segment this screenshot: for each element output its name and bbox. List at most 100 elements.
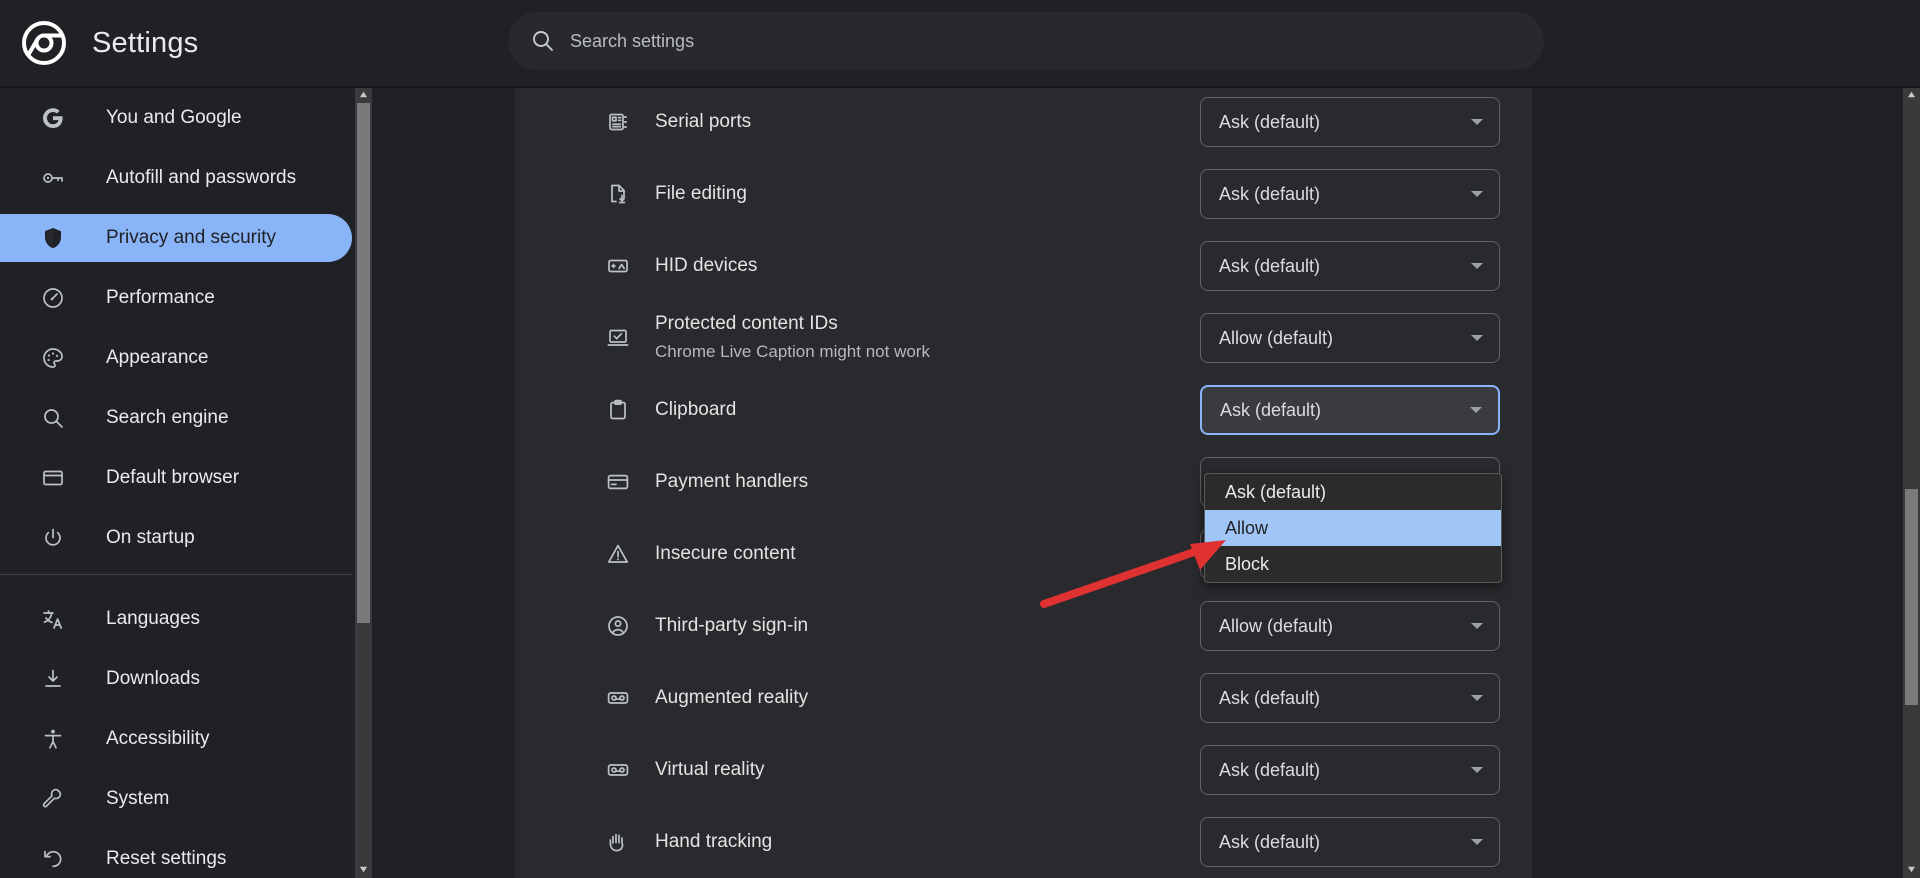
palette-icon — [40, 345, 66, 371]
permission-select-value: Ask (default) — [1219, 111, 1321, 132]
clipboard-dropdown-menu[interactable]: Ask (default) Allow Block — [1204, 473, 1502, 583]
sidebar-item-system[interactable]: System — [0, 775, 352, 823]
sidebar-item-reset-settings[interactable]: Reset settings — [0, 835, 352, 878]
sidebar-item-label: Autofill and passwords — [106, 167, 297, 188]
main-scroll-thumb[interactable] — [1905, 489, 1918, 705]
chevron-down-icon — [1471, 623, 1483, 629]
sidebar-divider — [0, 574, 352, 575]
sidebar-item-languages[interactable]: Languages — [0, 595, 352, 643]
permission-select-value: Ask (default) — [1219, 759, 1321, 780]
chevron-down-icon — [1471, 119, 1483, 125]
permission-select-value: Allow (default) — [1219, 327, 1334, 348]
permission-select-serial-ports[interactable]: Ask (default) — [1200, 97, 1500, 147]
person-circle-icon — [605, 613, 631, 639]
speedometer-icon — [40, 285, 66, 311]
permission-row-serial-ports: Serial ports Ask (default) — [515, 86, 1532, 158]
translate-icon — [40, 606, 66, 632]
page-title: Settings — [92, 26, 199, 59]
sidebar-item-label: You and Google — [106, 107, 242, 128]
hand-tracking-icon — [605, 829, 631, 855]
main-scroll-up-arrow[interactable] — [1903, 86, 1920, 103]
permission-row-sublabel: Chrome Live Caption might not work — [655, 342, 930, 361]
permission-select-value: Ask (default) — [1219, 183, 1321, 204]
permission-row-text: HID devices — [655, 253, 1200, 279]
permission-select-hid-devices[interactable]: Ask (default) — [1200, 241, 1500, 291]
header-divider — [0, 86, 1920, 88]
power-icon — [40, 525, 66, 551]
sidebar-item-accessibility[interactable]: Accessibility — [0, 715, 352, 763]
search-settings-box[interactable] — [508, 12, 1544, 70]
sidebar-item-search-engine[interactable]: Search engine — [0, 394, 352, 442]
chevron-down-icon — [1471, 767, 1483, 773]
sidebar-item-label: Search engine — [106, 407, 229, 428]
permission-row-label: Serial ports — [655, 111, 752, 132]
sidebar-item-performance[interactable]: Performance — [0, 274, 352, 322]
permission-row-file-editing: File editing Ask (default) — [515, 158, 1532, 230]
chevron-down-icon — [1471, 695, 1483, 701]
permission-select-value: Ask (default) — [1219, 687, 1321, 708]
sidebar-item-label: Reset settings — [106, 848, 227, 869]
permission-row-label: File editing — [655, 183, 747, 204]
permission-row-label: Clipboard — [655, 399, 737, 420]
sidebar-item-label: Default browser — [106, 467, 240, 488]
permission-row-text: Augmented reality — [655, 685, 1200, 711]
google-g-icon — [40, 105, 66, 131]
permission-row-hid-devices: HID devices Ask (default) — [515, 230, 1532, 302]
sidebar-scroll-up-arrow[interactable] — [355, 86, 372, 103]
settings-content-area: Serial ports Ask (default) File editing Ask… — [352, 86, 1903, 878]
sidebar-item-default-browser[interactable]: Default browser — [0, 454, 352, 502]
permission-row-text: Protected content IDs Chrome Live Caption… — [655, 311, 1200, 365]
sidebar-item-privacy-and-security[interactable]: Privacy and security — [0, 214, 352, 262]
permission-row-text: Hand tracking — [655, 829, 1200, 855]
sidebar-scrollbar[interactable] — [355, 86, 372, 878]
permission-row-label: Protected content IDs — [655, 313, 838, 334]
dropdown-option-allow[interactable]: Allow — [1205, 510, 1501, 546]
sidebar-item-label: On startup — [106, 527, 195, 548]
search-input[interactable] — [570, 12, 1544, 70]
chevron-down-icon — [1471, 191, 1483, 197]
permission-select-file-editing[interactable]: Ask (default) — [1200, 169, 1500, 219]
permission-row-text: Clipboard — [655, 397, 1200, 423]
sidebar-scroll-thumb[interactable] — [357, 103, 370, 623]
permission-row-label: Virtual reality — [655, 759, 765, 780]
permission-select-third-party-sign-in[interactable]: Allow (default) — [1200, 601, 1500, 651]
permission-select-clipboard[interactable]: Ask (default) — [1200, 385, 1500, 435]
settings-sidebar: You and Google Autofill and passwords Priv… — [0, 86, 352, 878]
ar-goggles-icon — [605, 685, 631, 711]
search-icon — [532, 30, 554, 52]
sidebar-item-autofill-and-passwords[interactable]: Autofill and passwords — [0, 154, 352, 202]
permission-select-value: Ask (default) — [1219, 255, 1321, 276]
sidebar-item-downloads[interactable]: Downloads — [0, 655, 352, 703]
restore-icon — [40, 846, 66, 872]
permission-row-protected-content-ids: Protected content IDs Chrome Live Caption… — [515, 302, 1532, 374]
browser-window-icon — [40, 465, 66, 491]
permission-select-protected-content-ids[interactable]: Allow (default) — [1200, 313, 1500, 363]
permission-select-virtual-reality[interactable]: Ask (default) — [1200, 745, 1500, 795]
permission-row-virtual-reality: Virtual reality Ask (default) — [515, 734, 1532, 806]
settings-header: Settings — [0, 0, 1920, 86]
serial-port-icon — [605, 109, 631, 135]
vr-goggles-icon — [605, 757, 631, 783]
sidebar-item-you-and-google[interactable]: You and Google — [0, 94, 352, 142]
permission-row-third-party-sign-in: Third-party sign-in Allow (default) — [515, 590, 1532, 662]
permission-select-hand-tracking[interactable]: Ask (default) — [1200, 817, 1500, 867]
main-scrollbar[interactable] — [1903, 86, 1920, 878]
main-scroll-down-arrow[interactable] — [1903, 861, 1920, 878]
dropdown-option-ask-default[interactable]: Ask (default) — [1205, 474, 1501, 510]
sidebar-scroll-down-arrow[interactable] — [355, 861, 372, 878]
warning-triangle-icon — [605, 541, 631, 567]
permission-row-text: Third-party sign-in — [655, 613, 1200, 639]
permission-row-label: Augmented reality — [655, 687, 809, 708]
hid-device-icon — [605, 253, 631, 279]
permission-row-label: Hand tracking — [655, 831, 773, 852]
permission-row-label: Payment handlers — [655, 471, 809, 492]
sidebar-item-label: Languages — [106, 608, 201, 629]
sidebar-item-appearance[interactable]: Appearance — [0, 334, 352, 382]
chevron-down-icon — [1471, 335, 1483, 341]
sidebar-item-label: Privacy and security — [106, 227, 277, 248]
wrench-icon — [40, 786, 66, 812]
sidebar-item-on-startup[interactable]: On startup — [0, 514, 352, 562]
dropdown-option-block[interactable]: Block — [1205, 546, 1501, 582]
permission-row-label: Third-party sign-in — [655, 615, 809, 636]
permission-select-augmented-reality[interactable]: Ask (default) — [1200, 673, 1500, 723]
